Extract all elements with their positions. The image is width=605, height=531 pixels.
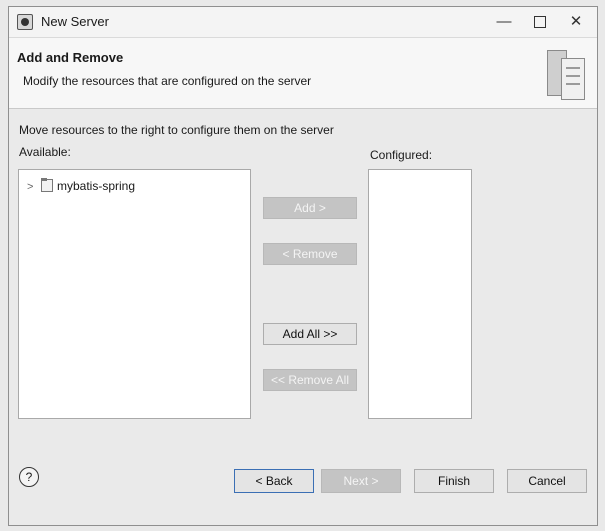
- next-button[interactable]: Next >: [321, 469, 401, 493]
- add-all-button[interactable]: Add All >>: [263, 323, 357, 345]
- project-icon: [41, 178, 53, 192]
- configured-label: Configured:: [370, 148, 433, 162]
- server-wizard-icon: [545, 46, 587, 102]
- page-title: Add and Remove: [17, 50, 124, 65]
- instructions: Move resources to the right to configure…: [19, 123, 334, 137]
- window-title: New Server: [41, 14, 109, 29]
- eclipse-icon: [17, 14, 33, 30]
- available-list[interactable]: > mybatis-spring: [18, 169, 251, 419]
- back-button[interactable]: < Back: [234, 469, 314, 493]
- list-item[interactable]: > mybatis-spring: [27, 178, 135, 194]
- cancel-button[interactable]: Cancel: [507, 469, 587, 493]
- close-button[interactable]: ✕: [559, 11, 593, 33]
- help-icon[interactable]: ?: [19, 467, 39, 487]
- chevron-right-icon[interactable]: >: [27, 179, 39, 195]
- minimize-button[interactable]: —: [487, 11, 521, 33]
- finish-button[interactable]: Finish: [414, 469, 494, 493]
- title-bar[interactable]: New Server — ✕: [9, 7, 597, 38]
- wizard-header: Add and Remove Modify the resources that…: [9, 38, 597, 109]
- maximize-icon: [534, 16, 546, 29]
- maximize-button[interactable]: [523, 11, 557, 33]
- available-label: Available:: [19, 145, 71, 159]
- remove-all-button[interactable]: << Remove All: [263, 369, 357, 391]
- add-button[interactable]: Add >: [263, 197, 357, 219]
- list-item-label: mybatis-spring: [57, 179, 136, 193]
- new-server-dialog: New Server — ✕ Add and Remove Modify the…: [8, 6, 598, 526]
- page-description: Modify the resources that are configured…: [23, 74, 312, 88]
- remove-button[interactable]: < Remove: [263, 243, 357, 265]
- configured-list[interactable]: [368, 169, 472, 419]
